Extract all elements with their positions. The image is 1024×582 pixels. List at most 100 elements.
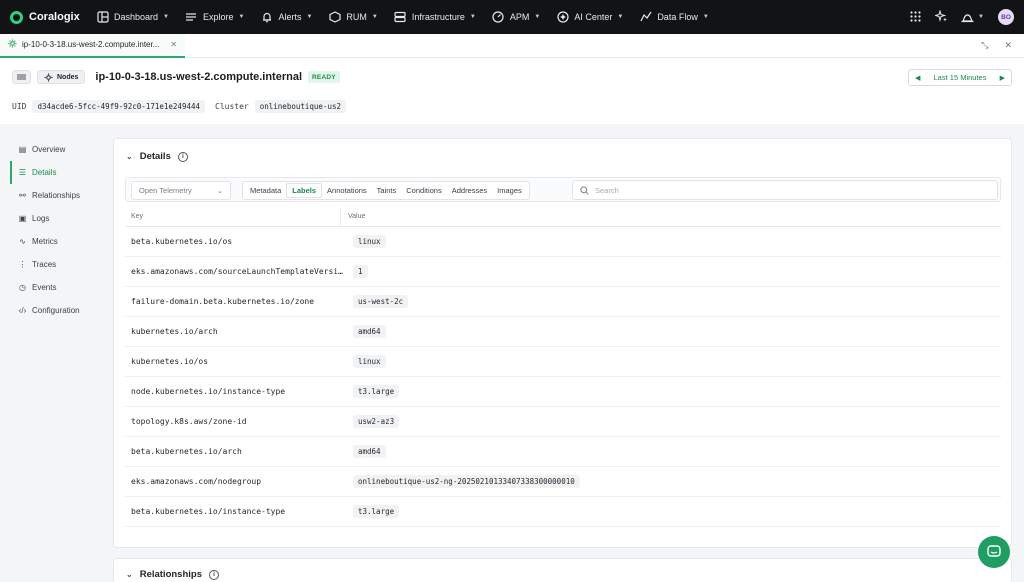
sidebar-item-configuration[interactable]: ‹/› Configuration [10, 299, 106, 322]
status-badge: READY [308, 71, 340, 83]
sidebar-item-details[interactable]: ☰ Details [10, 161, 106, 184]
label-value: amd64 [353, 325, 386, 338]
chevron-down-icon: ▼ [238, 14, 245, 20]
chevron-down-icon: ▼ [534, 14, 541, 20]
minimize-icon[interactable]: ⤡ [981, 40, 988, 51]
nav-alerts[interactable]: Alerts ▼ [252, 0, 320, 34]
sidebar-item-label: Traces [32, 260, 57, 269]
menu-toggle-icon[interactable] [12, 70, 31, 84]
close-panel-icon[interactable]: ✕ [1004, 40, 1012, 51]
label-key: beta.kubernetes.io/os [131, 237, 233, 246]
chevron-down-icon: ▼ [306, 14, 313, 20]
subtab-images[interactable]: Images [492, 183, 527, 198]
sidebar-item-label: Logs [32, 214, 50, 223]
search-box [572, 180, 998, 200]
table-row: topology.k8s.aws/zone-id usw2-az3 [125, 407, 1001, 437]
time-range-label: Last 15 Minutes [933, 73, 987, 82]
traces-icon: ⋮ [18, 260, 27, 269]
chevron-down-icon: ▼ [617, 14, 624, 20]
metrics-icon: ∿ [19, 237, 26, 246]
close-icon[interactable]: ✕ [170, 40, 177, 49]
details-toolbar: Open Telemetry ⌄ Metadata Labels Annotat… [125, 177, 1001, 202]
label-value: linux [353, 355, 386, 368]
details-header[interactable]: ⌄ Details i [126, 151, 188, 162]
label-key: eks.amazonaws.com/sourceLaunchTemplateVe… [131, 267, 347, 276]
sidebar-item-label: Details [32, 168, 57, 177]
nav-dashboard[interactable]: Dashboard ▼ [88, 0, 177, 34]
user-avatar[interactable]: BO [998, 9, 1014, 25]
events-icon: ◷ [19, 283, 26, 292]
chevron-down-icon: ▼ [978, 14, 984, 20]
label-key: kubernetes.io/os [131, 357, 209, 366]
table-row: eks.amazonaws.com/nodegroup onlineboutiqu… [125, 467, 1001, 497]
chevron-down-icon[interactable]: ⌄ [126, 570, 133, 579]
nav-data-flow[interactable]: Data Flow ▼ [631, 0, 716, 34]
subtab-metadata[interactable]: Metadata [245, 183, 286, 198]
entity-type-chip: Nodes [37, 70, 86, 84]
sidebar-item-relationships[interactable]: ⚯ Relationships [10, 184, 106, 207]
label-key: beta.kubernetes.io/instance-type [131, 507, 286, 516]
search-input[interactable] [595, 185, 975, 195]
sidebar-item-label: Configuration [32, 306, 80, 315]
nav-alerts-label: Alerts [278, 12, 302, 22]
tab-node[interactable]: ip-10-0-3-18.us-west-2.compute.inter... … [0, 33, 186, 58]
sidebar-item-events[interactable]: ◷ Events [10, 276, 106, 299]
uid-label: UID [12, 102, 27, 111]
chevron-down-icon: ⌄ [217, 187, 223, 195]
chevron-down-icon[interactable]: ⌄ [126, 152, 133, 161]
nav-apm-label: APM [509, 12, 530, 22]
details-title: Details [139, 151, 171, 162]
nav-ai-center[interactable]: AI Center ▼ [548, 0, 631, 34]
nav-infrastructure[interactable]: Infrastructure ▼ [386, 0, 484, 34]
sidebar-item-traces[interactable]: ⋮ Traces [10, 253, 106, 276]
nav-apm[interactable]: APM ▼ [484, 0, 548, 34]
nav-rum[interactable]: RUM ▼ [320, 0, 385, 34]
source-select[interactable]: Open Telemetry ⌄ [131, 181, 231, 200]
chevron-left-icon[interactable]: ◀ [915, 74, 920, 82]
gauge-icon [492, 11, 505, 24]
subtab-taints[interactable]: Taints [372, 183, 402, 198]
brand[interactable]: Coralogix [0, 10, 88, 24]
apps-grid-icon[interactable] [910, 10, 921, 24]
sidebar-item-overview[interactable]: ▤ Overview [10, 138, 106, 161]
column-key[interactable]: Key [125, 207, 341, 227]
section-sidebar: ▤ Overview ☰ Details ⚯ Relationships ▣ Logs … [10, 138, 106, 322]
entity-type-label: Nodes [57, 73, 79, 81]
tab-strip: ip-10-0-3-18.us-west-2.compute.inter... … [0, 33, 1024, 58]
details-panel: ⌄ Details i Open Telemetry ⌄ Metadata La… [113, 138, 1012, 548]
node-icon [44, 72, 53, 82]
subtab-annotations[interactable]: Annotations [322, 183, 372, 198]
chevron-down-icon: ▼ [371, 14, 378, 20]
info-icon[interactable]: i [177, 151, 188, 162]
sidebar-item-metrics[interactable]: ∿ Metrics [10, 230, 106, 253]
chat-button[interactable] [978, 536, 1010, 568]
table-row: eks.amazonaws.com/sourceLaunchTemplateVe… [125, 257, 1001, 287]
subtab-labels[interactable]: Labels [286, 183, 323, 198]
time-range-picker[interactable]: ◀ Last 15 Minutes ▶ [908, 69, 1012, 86]
subtab-conditions[interactable]: Conditions [401, 183, 446, 198]
cluster-label: Cluster [215, 102, 249, 111]
sidebar-item-logs[interactable]: ▣ Logs [10, 207, 106, 230]
relationships-panel: ⌄ Relationships i [113, 558, 1012, 582]
code-icon: ‹/› [18, 306, 27, 315]
logs-icon: ▣ [18, 214, 27, 223]
label-value: 1 [353, 265, 368, 278]
node-gear-icon [8, 39, 17, 50]
rum-icon [328, 11, 341, 24]
sparkle-icon[interactable] [933, 9, 948, 24]
bell-outline-icon [961, 13, 974, 22]
sidebar-item-label: Events [32, 283, 57, 292]
table-header: Key Value [125, 207, 1001, 227]
nav-explore[interactable]: Explore ▼ [177, 0, 252, 34]
relationships-title: Relationships [139, 569, 202, 580]
relationships-header[interactable]: ⌄ Relationships i [126, 569, 219, 580]
info-icon[interactable]: i [209, 569, 219, 580]
nav-rum-label: RUM [346, 12, 367, 22]
subtab-addresses[interactable]: Addresses [447, 183, 492, 198]
table-row: beta.kubernetes.io/arch amd64 [125, 437, 1001, 467]
label-value: amd64 [353, 445, 386, 458]
chevron-right-icon[interactable]: ▶ [1000, 74, 1005, 82]
nav-explore-label: Explore [202, 12, 234, 22]
column-value[interactable]: Value [341, 213, 365, 220]
notifications-menu[interactable]: ▼ [961, 12, 984, 23]
